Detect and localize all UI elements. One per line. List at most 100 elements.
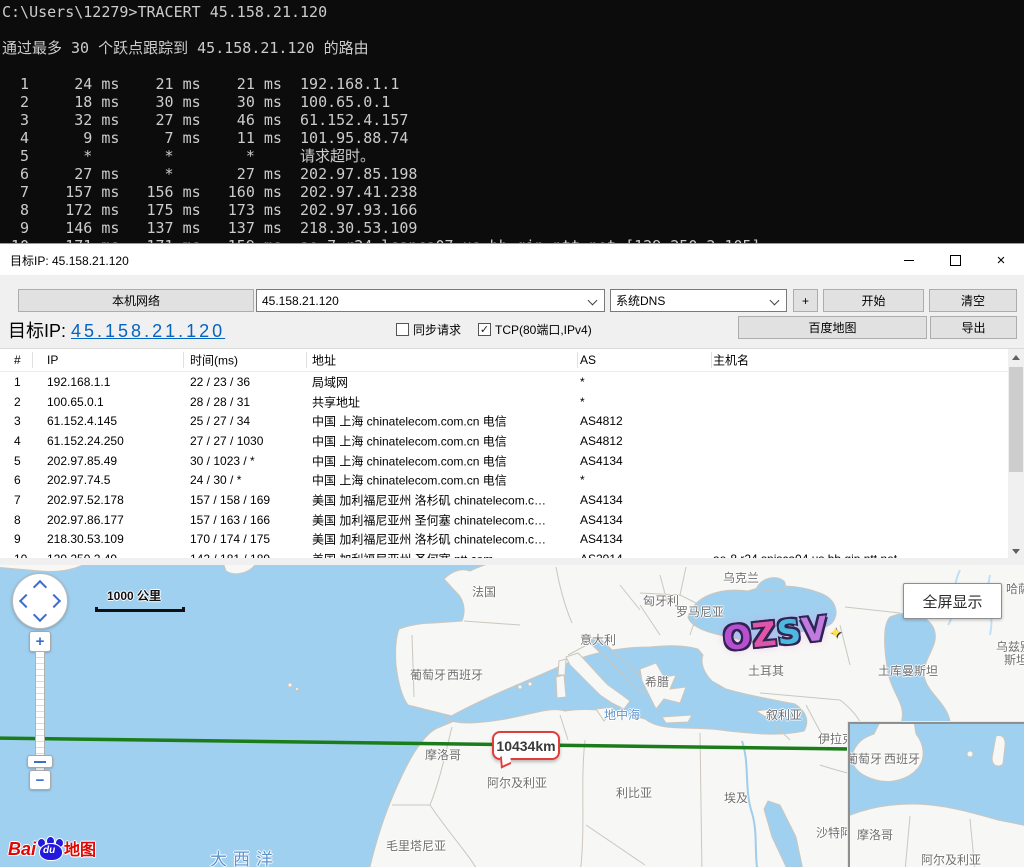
target-ip-link[interactable]: 45.158.21.120	[71, 321, 225, 341]
table-cell: *	[580, 375, 585, 389]
table-cell: 美国 加利福尼亚州 洛杉矶 chinatelecom.c…	[312, 531, 546, 548]
table-cell: 共享地址	[312, 393, 360, 410]
table-cell: AS4134	[580, 454, 623, 468]
scrollbar-thumb[interactable]	[1009, 367, 1023, 472]
table-cell: *	[580, 395, 585, 409]
map-label: 叙利亚	[766, 706, 802, 723]
scale-bar	[95, 607, 185, 612]
dns-value: 系统DNS	[616, 292, 665, 309]
table-cell: 5	[14, 454, 21, 468]
pan-left-icon[interactable]	[19, 594, 33, 608]
minimize-icon	[904, 260, 914, 261]
table-cell: 202.97.74.5	[47, 473, 110, 487]
zoom-in-button[interactable]: +	[29, 631, 51, 652]
inset-map-label: 阿尔及利亚	[921, 851, 981, 867]
table-cell: 3	[14, 414, 21, 428]
target-ip-combobox[interactable]: 45.158.21.120	[256, 289, 605, 312]
column-header-ip[interactable]: IP	[47, 353, 58, 367]
map-label: 毛里塔尼亚	[386, 837, 446, 854]
pan-down-icon[interactable]	[33, 608, 47, 622]
table-row[interactable]: 10129.250.2.49142 / 181 / 189美国 加利福尼亚州 圣…	[0, 549, 1024, 558]
dns-combobox[interactable]: 系统DNS	[610, 289, 787, 312]
baidu-map[interactable]: 法国乌克兰匈牙利罗马尼亚意大利葡萄牙西班牙希腊土耳其土库曼斯坦乌兹别斯坦哈萨克地…	[0, 565, 1024, 867]
target-ip-value: 45.158.21.120	[262, 294, 339, 308]
table-row[interactable]: 9218.30.53.109170 / 174 / 175美国 加利福尼亚州 洛…	[0, 530, 1024, 550]
column-header-time[interactable]: 时间(ms)	[190, 352, 238, 369]
table-cell: AS4134	[580, 532, 623, 546]
minimize-button[interactable]	[886, 244, 932, 276]
table-row[interactable]: 8202.97.86.177157 / 163 / 166美国 加利福尼亚州 圣…	[0, 510, 1024, 530]
close-button[interactable]: ×	[978, 244, 1024, 276]
sparkle-icon: ✦	[828, 623, 845, 644]
zoom-slider-thumb[interactable]	[27, 755, 53, 768]
map-label: 大西洋	[210, 845, 279, 867]
target-ip-label: 目标IP:	[8, 321, 71, 341]
column-header-num[interactable]: #	[14, 353, 21, 367]
map-label: 摩洛哥	[425, 746, 461, 763]
maximize-button[interactable]	[932, 244, 978, 276]
sync-request-label: 同步请求	[413, 321, 461, 338]
checkbox-icon	[396, 323, 409, 336]
add-button[interactable]: +	[793, 289, 818, 312]
table-cell: 中国 上海 chinatelecom.com.cn 电信	[312, 432, 507, 449]
table-row[interactable]: 361.152.4.14525 / 27 / 34中国 上海 chinatele…	[0, 411, 1024, 431]
table-cell: 202.97.85.49	[47, 454, 117, 468]
table-cell: 7	[14, 493, 21, 507]
table-row[interactable]: 461.152.24.25027 / 27 / 1030中国 上海 chinat…	[0, 431, 1024, 451]
clear-button[interactable]: 清空	[929, 289, 1017, 312]
table-cell: 8	[14, 513, 21, 527]
inset-map-label: 葡萄牙	[848, 750, 882, 767]
table-cell: 美国 加利福尼亚州 圣何塞 ntt.com	[312, 551, 493, 558]
inset-map-label: 西班牙	[884, 750, 920, 767]
export-button[interactable]: 导出	[930, 316, 1017, 339]
baidu-map-button[interactable]: 百度地图	[738, 316, 927, 339]
map-label: 哈萨克	[1006, 580, 1024, 597]
table-cell: 27 / 27 / 1030	[190, 434, 263, 448]
table-row[interactable]: 5202.97.85.4930 / 1023 / *中国 上海 chinatel…	[0, 451, 1024, 471]
table-row[interactable]: 7202.97.52.178157 / 158 / 169美国 加利福尼亚州 洛…	[0, 490, 1024, 510]
table-cell: 9	[14, 532, 21, 546]
target-ip-line: 目标IP: 45.158.21.120	[8, 317, 225, 343]
table-cell: 202.97.86.177	[47, 513, 124, 527]
local-network-button[interactable]: 本机网络	[18, 289, 254, 312]
table-cell: 24 / 30 / *	[190, 473, 241, 487]
tcp-checkbox-label: TCP(80端口,IPv4)	[495, 321, 592, 338]
map-label: 利比亚	[616, 784, 652, 801]
column-header-as[interactable]: AS	[580, 353, 596, 367]
table-cell: 202.97.52.178	[47, 493, 124, 507]
start-button[interactable]: 开始	[823, 289, 924, 312]
table-cell: ae-8.r24.snjsca04.us.bb.gin.ntt.net	[713, 552, 897, 558]
pan-up-icon[interactable]	[33, 580, 47, 594]
checkbox-icon	[478, 323, 491, 336]
zoom-out-button[interactable]: −	[29, 770, 51, 790]
table-row[interactable]: 6202.97.74.524 / 30 / *中国 上海 chinateleco…	[0, 470, 1024, 490]
scroll-up-icon[interactable]	[1008, 349, 1024, 365]
map-label: 斯坦	[1004, 651, 1024, 668]
table-cell: *	[580, 473, 585, 487]
sync-request-checkbox[interactable]: 同步请求	[396, 321, 461, 338]
map-label: 阿尔及利亚	[487, 774, 547, 791]
inset-map-label: 摩洛哥	[857, 826, 893, 843]
baidu-logo[interactable]: Bai du 地图	[8, 836, 96, 860]
scroll-down-icon[interactable]	[1008, 543, 1024, 558]
table-cell: 6	[14, 473, 21, 487]
table-row[interactable]: 2100.65.0.128 / 28 / 31共享地址*	[0, 392, 1024, 412]
column-header-hostname[interactable]: 主机名	[713, 352, 749, 369]
table-cell: 170 / 174 / 175	[190, 532, 270, 546]
tcp-checkbox[interactable]: TCP(80端口,IPv4)	[478, 321, 592, 338]
table-cell: 1	[14, 375, 21, 389]
table-cell: AS4134	[580, 493, 623, 507]
table-row[interactable]: 1192.168.1.122 / 23 / 36局域网*	[0, 372, 1024, 392]
map-label: 地中海	[604, 706, 640, 723]
pan-right-icon[interactable]	[47, 594, 61, 608]
map-label: 土库曼斯坦	[878, 662, 938, 679]
table-cell: 30 / 1023 / *	[190, 454, 255, 468]
fullscreen-button[interactable]: 全屏显示	[903, 583, 1002, 619]
table-scrollbar[interactable]	[1008, 349, 1024, 558]
map-label: 埃及	[724, 789, 748, 806]
overview-inset-map: 葡萄牙西班牙摩洛哥阿尔及利亚	[848, 722, 1024, 867]
map-label: 法国	[472, 583, 496, 600]
column-header-address[interactable]: 地址	[312, 352, 336, 369]
table-cell: 129.250.2.49	[47, 552, 117, 558]
map-pan-control[interactable]	[12, 573, 68, 629]
